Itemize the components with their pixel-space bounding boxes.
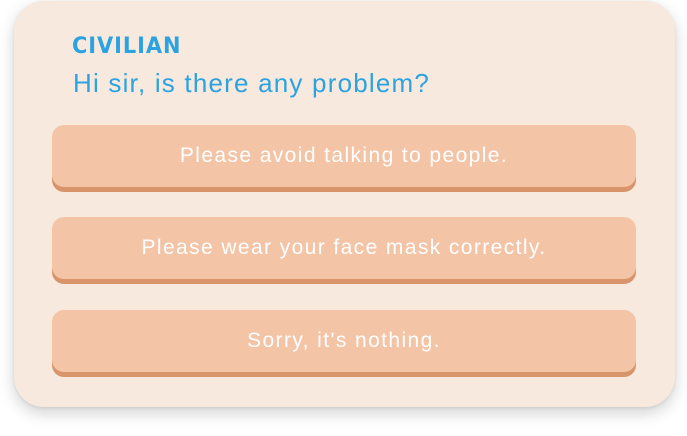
choice-button-nothing[interactable]: Sorry, it's nothing.	[52, 310, 636, 372]
speaker-name: CIVILIAN	[72, 34, 182, 59]
choice-button-wear-mask[interactable]: Please wear your face mask correctly.	[52, 217, 636, 279]
dialogue-text: Hi sir, is there any problem?	[73, 68, 431, 98]
choice-label: Sorry, it's nothing.	[247, 329, 441, 352]
choice-label: Please wear your face mask correctly.	[141, 236, 547, 259]
choice-button-avoid-talking[interactable]: Please avoid talking to people.	[52, 125, 636, 187]
choice-label: Please avoid talking to people.	[179, 144, 509, 167]
dialog-box: CIVILIAN Hi sir, is there any problem? P…	[14, 1, 675, 407]
